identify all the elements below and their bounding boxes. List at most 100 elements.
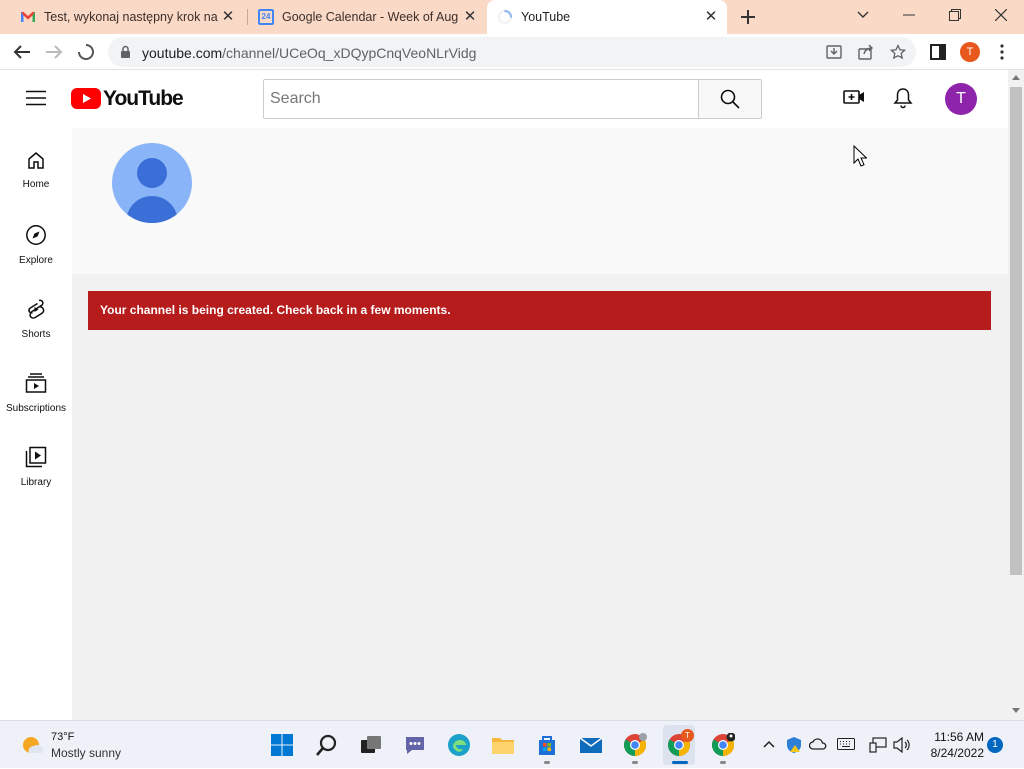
- mail-icon[interactable]: [579, 733, 603, 757]
- chrome-icon[interactable]: [623, 733, 647, 757]
- teams-chat-icon[interactable]: [403, 733, 427, 757]
- url-text: youtube.com/channel/UCeOq_xDQypCnqVeoNLr…: [142, 45, 476, 61]
- guide-item-label: Library: [20, 477, 52, 488]
- chrome-profile-badge: T: [681, 729, 694, 742]
- guide-item-shorts[interactable]: Shorts: [0, 276, 72, 350]
- network-icon[interactable]: [869, 737, 887, 753]
- browser-toolbar: youtube.com/channel/UCeOq_xDQypCnqVeoNLr…: [0, 34, 1024, 70]
- create-button[interactable]: [843, 88, 865, 106]
- tab-search-button[interactable]: [840, 0, 886, 30]
- clock-date[interactable]: 8/24/2022: [922, 746, 984, 760]
- edge-browser-icon[interactable]: [447, 733, 471, 757]
- mini-guide-sidebar: Home Explore Shorts Subscriptions Librar…: [0, 128, 72, 720]
- stop-loading-button[interactable]: [75, 41, 97, 63]
- plus-icon: [741, 10, 755, 24]
- running-indicator: [632, 761, 638, 764]
- task-view-icon[interactable]: [359, 733, 383, 757]
- close-icon: [995, 9, 1007, 21]
- side-panel-icon: [930, 44, 946, 60]
- side-panel-button[interactable]: [927, 41, 949, 63]
- bookmark-star-icon[interactable]: [890, 44, 906, 60]
- notifications-button[interactable]: [893, 87, 913, 109]
- new-tab-button[interactable]: [738, 7, 758, 27]
- close-window-button[interactable]: [978, 0, 1024, 30]
- install-app-icon[interactable]: [826, 44, 842, 60]
- onedrive-cloud-icon[interactable]: [809, 738, 827, 750]
- file-explorer-icon[interactable]: [491, 733, 515, 757]
- channel-header: [72, 128, 1008, 274]
- minimize-icon: [903, 14, 915, 16]
- close-tab-icon[interactable]: ✕: [703, 9, 719, 25]
- arrow-right-icon: [46, 45, 63, 59]
- loading-spinner-icon: [498, 10, 512, 24]
- chevron-down-icon: [857, 11, 869, 18]
- volume-icon[interactable]: [893, 737, 911, 753]
- shorts-icon: [28, 299, 45, 319]
- tab-title: Google Calendar - Week of Augu: [282, 10, 458, 24]
- security-shield-icon[interactable]: [786, 736, 802, 754]
- chrome-icon[interactable]: [711, 733, 735, 757]
- tab-title: Test, wykonaj następny krok na u: [44, 10, 220, 24]
- guide-item-label: Explore: [19, 255, 53, 266]
- browser-menu-button[interactable]: [991, 41, 1013, 63]
- partly-sunny-icon: [23, 737, 44, 753]
- weather-temperature: 73°F: [51, 731, 75, 743]
- profile-button[interactable]: T: [959, 41, 981, 63]
- microsoft-store-icon[interactable]: [535, 733, 559, 757]
- default-person-icon: [126, 158, 178, 223]
- bell-icon: [893, 88, 913, 109]
- weather-description: Mostly sunny: [51, 746, 122, 760]
- back-button[interactable]: [11, 41, 33, 63]
- running-indicator: [720, 761, 726, 764]
- search-button[interactable]: [698, 79, 762, 119]
- scroll-down-icon[interactable]: [1012, 708, 1020, 714]
- guide-menu-button[interactable]: [26, 90, 46, 106]
- minimize-button[interactable]: [886, 0, 932, 30]
- tab-title: YouTube: [521, 10, 571, 24]
- arrow-left-icon: [13, 45, 30, 59]
- guide-item-label: Subscriptions: [5, 403, 67, 414]
- windows-taskbar: 73°F Mostly sunny T 11:56 AM 8/24/2022 1: [0, 720, 1024, 768]
- search-box[interactable]: [263, 79, 699, 119]
- home-icon: [28, 152, 44, 169]
- search-input[interactable]: [264, 80, 699, 118]
- calendar-icon: 24: [258, 9, 274, 25]
- library-icon: [25, 446, 47, 468]
- clock-time[interactable]: 11:56 AM: [930, 730, 984, 744]
- close-tab-icon[interactable]: ✕: [462, 9, 478, 25]
- notification-count-badge[interactable]: 1: [987, 737, 1003, 753]
- tab-calendar[interactable]: 24 Google Calendar - Week of Augu ✕: [250, 0, 486, 34]
- search-icon[interactable]: [315, 733, 339, 757]
- keyboard-icon[interactable]: [837, 738, 855, 750]
- close-tab-icon[interactable]: ✕: [220, 9, 236, 25]
- youtube-play-icon: [71, 88, 101, 109]
- restore-icon: [949, 9, 961, 21]
- page-scrollbar[interactable]: [1008, 70, 1024, 720]
- guide-item-subscriptions[interactable]: Subscriptions: [0, 350, 72, 424]
- mouse-cursor-icon: [853, 145, 867, 167]
- address-bar[interactable]: youtube.com/channel/UCeOq_xDQypCnqVeoNLr…: [108, 37, 916, 67]
- forward-button[interactable]: [43, 41, 65, 63]
- kebab-menu-icon: [1000, 44, 1004, 60]
- browser-tab-strip: Test, wykonaj następny krok na u ✕ 24 Go…: [0, 0, 1024, 34]
- guide-item-library[interactable]: Library: [0, 424, 72, 498]
- channel-creation-alert: Your channel is being created. Check bac…: [88, 291, 991, 330]
- create-video-icon: [843, 90, 864, 104]
- loading-icon: [78, 44, 94, 60]
- guide-item-home[interactable]: Home: [0, 128, 72, 202]
- tab-gmail[interactable]: Test, wykonaj następny krok na u ✕: [12, 0, 244, 34]
- account-avatar-button[interactable]: T: [945, 83, 977, 115]
- windows-start-icon[interactable]: [270, 733, 294, 757]
- scrollbar-thumb[interactable]: [1010, 87, 1022, 575]
- youtube-masthead: YouTube T: [0, 70, 1008, 128]
- scroll-up-icon[interactable]: [1012, 74, 1020, 80]
- share-icon[interactable]: [858, 44, 874, 60]
- tab-youtube[interactable]: YouTube ✕: [487, 0, 727, 34]
- restore-button[interactable]: [932, 0, 978, 30]
- weather-widget[interactable]: 73°F Mostly sunny: [0, 721, 140, 769]
- chevron-up-icon[interactable]: [763, 740, 775, 748]
- guide-item-explore[interactable]: Explore: [0, 202, 72, 276]
- compass-icon: [26, 225, 46, 245]
- gmail-icon: [21, 12, 35, 22]
- subscriptions-icon: [25, 373, 47, 393]
